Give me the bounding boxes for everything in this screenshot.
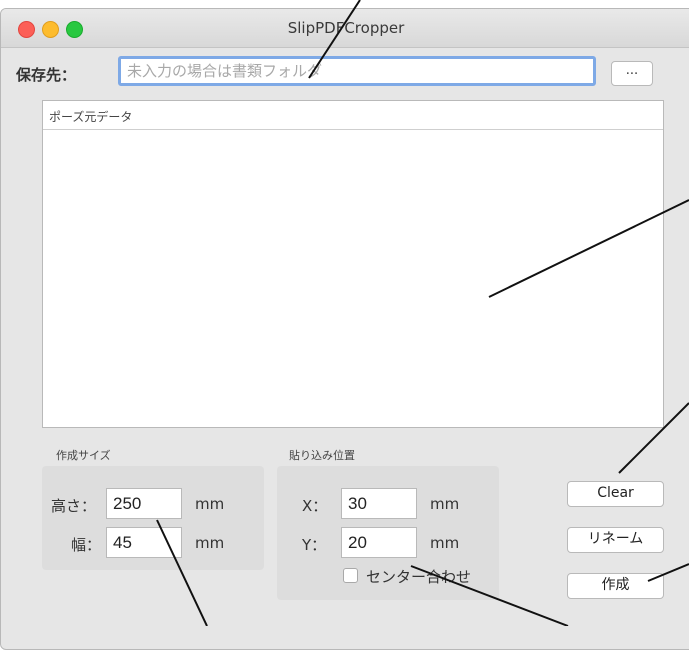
create-button[interactable]: 作成 xyxy=(567,573,664,599)
height-unit: mm xyxy=(195,495,225,513)
y-input[interactable] xyxy=(341,527,417,558)
height-label: 高さ： xyxy=(51,497,97,515)
rename-button[interactable]: リネーム xyxy=(567,527,664,553)
width-label: 幅： xyxy=(71,536,102,554)
x-input[interactable] xyxy=(341,488,417,519)
window-title: SlipPDFCropper xyxy=(287,19,405,37)
x-label: X： xyxy=(302,497,328,515)
y-label: Y： xyxy=(302,536,327,554)
source-data-list[interactable]: ポーズ元データ xyxy=(42,100,664,428)
clear-button[interactable]: Clear xyxy=(567,481,664,507)
save-destination-label: 保存先： xyxy=(16,66,77,84)
height-input[interactable] xyxy=(106,488,182,519)
browse-button[interactable]: ... xyxy=(611,61,653,86)
width-unit: mm xyxy=(195,534,225,552)
width-input[interactable] xyxy=(106,527,182,558)
title-bar[interactable]: SlipPDFCropper xyxy=(1,9,689,48)
save-destination-input[interactable] xyxy=(118,56,596,86)
center-align-checkbox[interactable] xyxy=(343,568,358,583)
list-column-header[interactable]: ポーズ元データ xyxy=(43,101,663,130)
x-unit: mm xyxy=(430,495,460,513)
y-unit: mm xyxy=(430,534,460,552)
position-group-title: 貼り込み位置 xyxy=(289,449,355,462)
size-group-title: 作成サイズ xyxy=(56,449,111,462)
center-align-label[interactable]: センター合わせ xyxy=(366,566,471,587)
